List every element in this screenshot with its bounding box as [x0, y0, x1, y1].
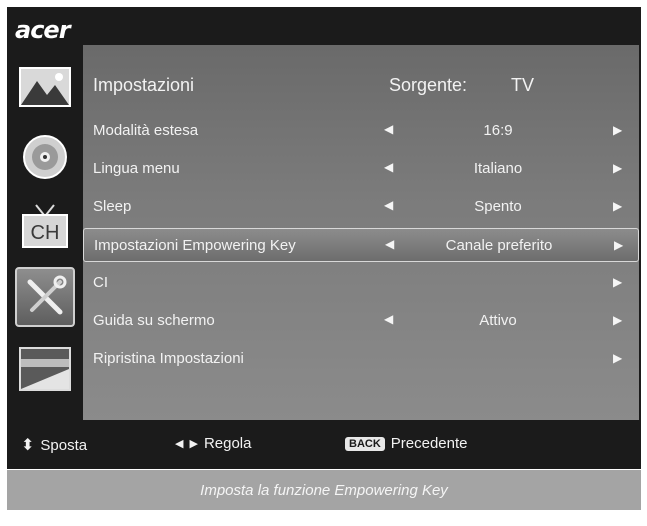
sidebar-item-settings[interactable]	[15, 267, 75, 327]
row-value: Canale preferito	[445, 237, 553, 254]
page-title: Impostazioni	[93, 75, 195, 95]
status-text: Imposta la funzione Empowering Key	[200, 481, 448, 499]
tv-screen: acer CH Impostazioni Sorgente: TV Modali…	[7, 7, 641, 469]
right-arrow-icon[interactable]: ▶	[613, 123, 622, 137]
row-label: Impostazioni Empowering Key	[94, 237, 296, 254]
right-arrow-icon[interactable]: ▶	[614, 238, 623, 252]
right-arrow-icon[interactable]: ▶	[613, 313, 622, 327]
menu-row-sleep[interactable]: Sleep ◀ Spento ▶	[83, 190, 639, 224]
source-value: TV	[511, 75, 535, 95]
row-label: CI	[93, 274, 108, 291]
row-label: Ripristina Impostazioni	[93, 350, 244, 367]
row-label: Sleep	[93, 198, 132, 215]
row-value: Italiano	[473, 160, 523, 177]
left-arrow-icon[interactable]: ◀	[384, 198, 393, 212]
hint-back-label: Precedente	[390, 435, 468, 452]
right-arrow-icon[interactable]: ▶	[613, 199, 622, 213]
left-arrow-icon[interactable]: ◀	[384, 312, 393, 326]
row-value: Attivo	[479, 312, 517, 329]
hint-move-label: Sposta	[40, 436, 88, 454]
sidebar-item-channel[interactable]: CH	[15, 197, 75, 257]
right-arrow-icon[interactable]: ▶	[613, 275, 622, 289]
menu-row-lingua-menu[interactable]: Lingua menu ◀ Italiano ▶	[83, 152, 639, 186]
disc-audio-icon	[23, 135, 67, 179]
acer-logo: acer	[15, 16, 71, 44]
left-arrow-icon: ◀	[175, 438, 184, 450]
row-value: 16:9	[483, 122, 513, 139]
hint-adjust-label: Regola	[203, 435, 252, 452]
settings-panel: Impostazioni Sorgente: TV Modalità estes…	[83, 45, 639, 420]
picture-icon	[19, 67, 71, 107]
right-arrow-icon[interactable]: ▶	[613, 351, 622, 365]
sidebar-item-picture[interactable]	[15, 57, 75, 117]
menu-row-ripristina[interactable]: Ripristina Impostazioni ▶	[83, 342, 639, 376]
hint-back: BACK Precedente	[345, 435, 468, 452]
back-key-badge: BACK	[345, 436, 385, 451]
source-label: Sorgente:	[389, 75, 468, 95]
row-label: Modalità estesa	[93, 122, 199, 139]
menu-row-ci[interactable]: CI ▶	[83, 266, 639, 300]
menu-row-modalita-estesa[interactable]: Modalità estesa ◀ 16:9 ▶	[83, 114, 639, 148]
updown-arrow-icon: ⬍	[21, 437, 35, 454]
status-bar: Imposta la funzione Empowering Key	[7, 470, 641, 510]
tools-settings-icon	[27, 275, 67, 315]
hint-move: ⬍ Sposta	[21, 435, 87, 455]
row-label: Guida su schermo	[93, 312, 215, 329]
channel-icon-label: CH	[31, 222, 60, 244]
row-value: Spento	[474, 198, 522, 215]
tv-channel-icon: CH	[22, 204, 68, 248]
right-arrow-icon: ▶	[189, 438, 198, 450]
hint-adjust: ◀ ▶ Regola	[175, 435, 251, 452]
right-arrow-icon[interactable]: ▶	[613, 161, 622, 175]
left-arrow-icon[interactable]: ◀	[384, 122, 393, 136]
sidebar-item-audio[interactable]	[15, 127, 75, 187]
left-arrow-icon[interactable]: ◀	[384, 160, 393, 174]
menu-row-guida-su-schermo[interactable]: Guida su schermo ◀ Attivo ▶	[83, 304, 639, 338]
screen-layers-icon	[19, 347, 71, 391]
row-label: Lingua menu	[93, 160, 180, 177]
left-arrow-icon[interactable]: ◀	[385, 237, 394, 251]
sidebar-item-screen[interactable]	[15, 339, 75, 399]
menu-row-empowering-key[interactable]: Impostazioni Empowering Key ◀ Canale pre…	[83, 228, 639, 262]
key-hint-bar: ⬍ Sposta ◀ ▶ Regola BACK Precedente	[7, 421, 641, 467]
category-sidebar: CH	[7, 57, 83, 417]
